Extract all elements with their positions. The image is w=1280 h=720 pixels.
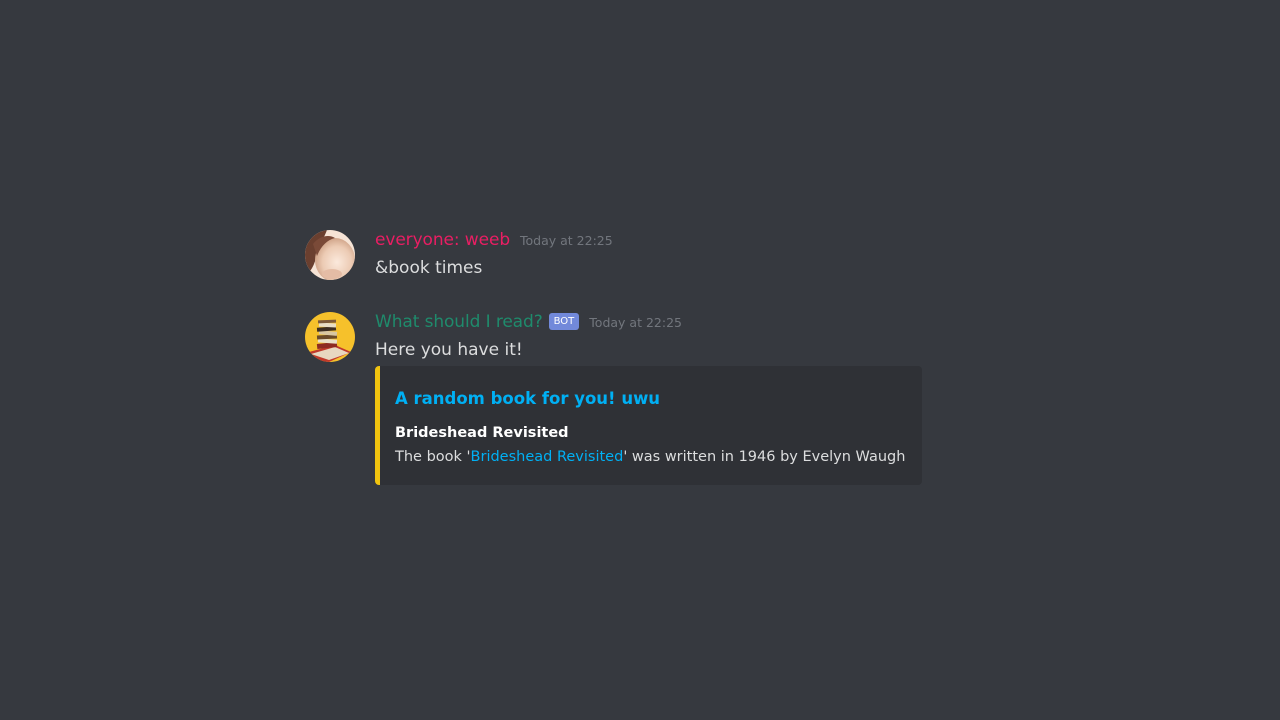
message-header: everyone: weeb Today at 22:25 [375,229,925,251]
message-header: What should I read? BOT Today at 22:25 [375,311,925,333]
embed-field-text-suffix: ' was written in 1946 by Evelyn Waugh [623,449,906,465]
rich-embed: A random book for you! uwu Brideshead Re… [375,366,922,485]
embed-field-text-prefix: The book ' [395,449,471,465]
user-avatar-image [305,230,355,280]
bot-username[interactable]: What should I read? [375,311,543,333]
embed-title[interactable]: A random book for you! uwu [395,385,906,413]
chat-log: everyone: weeb Today at 22:25 &book time… [305,229,925,485]
message-content: Here you have it! [375,340,523,360]
username[interactable]: everyone: weeb [375,229,510,251]
user-avatar-icon[interactable] [305,230,355,280]
bot-avatar-image [305,312,355,362]
message-bot: What should I read? BOT Today at 22:25 H… [305,311,925,485]
timestamp: Today at 22:25 [589,315,682,330]
embed-field-name: Brideshead Revisited [395,425,569,441]
book-stack-avatar-icon[interactable] [305,312,355,362]
message-content: &book times [375,258,483,278]
message-user: everyone: weeb Today at 22:25 &book time… [305,229,925,281]
bot-tag-badge: BOT [548,312,580,330]
timestamp: Today at 22:25 [520,233,613,248]
book-link[interactable]: Brideshead Revisited [471,449,624,465]
embed-field-value: The book 'Brideshead Revisited' was writ… [395,447,906,467]
